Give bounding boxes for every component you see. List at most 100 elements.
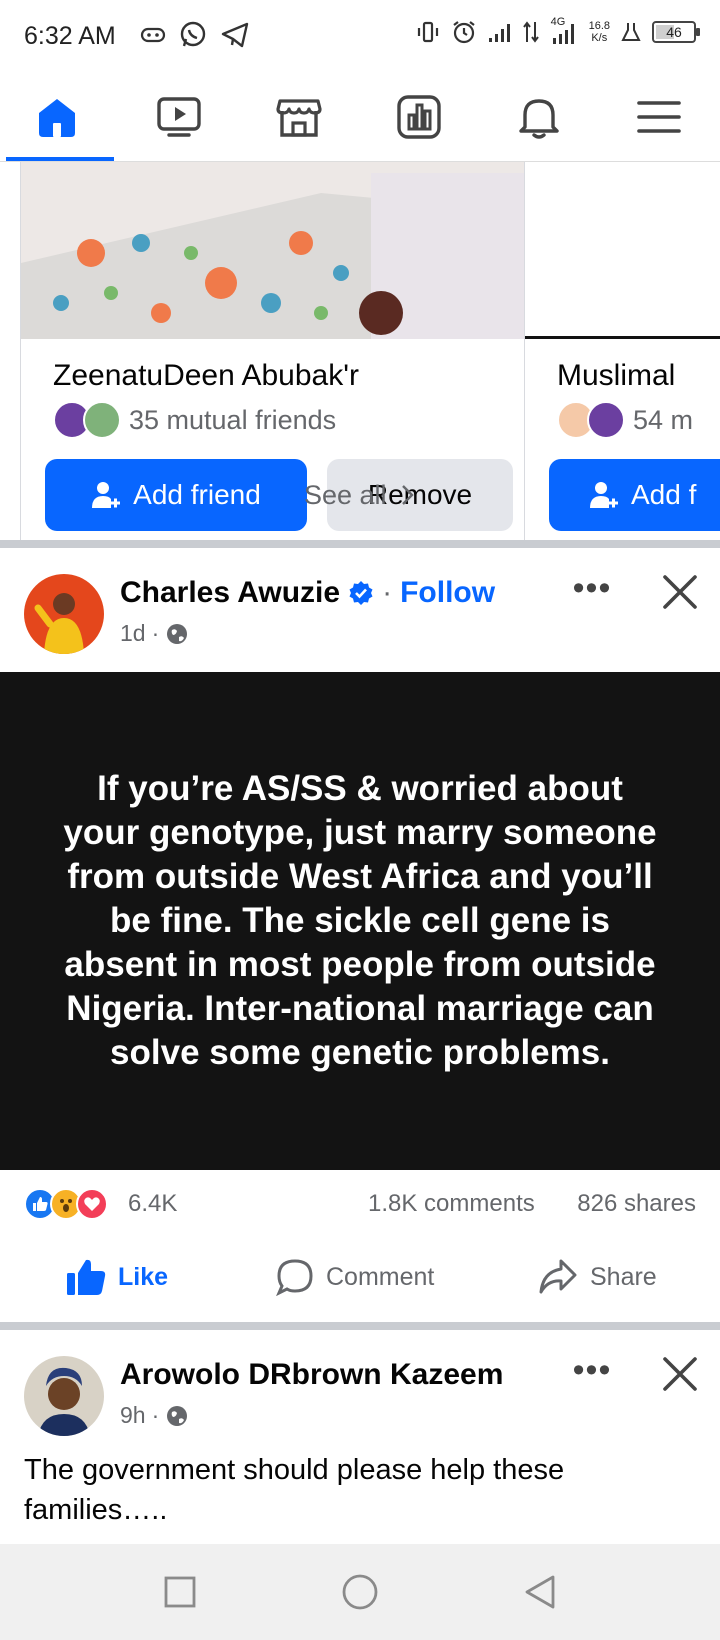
share-button[interactable]: Share	[538, 1252, 657, 1302]
post-author[interactable]: Arowolo DRbrown Kazeem	[120, 1358, 503, 1392]
avatar	[587, 401, 625, 439]
active-tab-indicator	[6, 157, 114, 161]
love-reaction-icon	[76, 1188, 108, 1220]
post-time[interactable]: 9h	[120, 1402, 146, 1429]
suggestion-photo[interactable]	[21, 162, 531, 339]
more-icon: •••	[572, 1350, 612, 1389]
status-bar: 6:32 AM 4G 16.8 K/s 46	[0, 0, 720, 72]
people-suggestions: ZeenatuDeen Abubak'r 35 mutual friends A…	[0, 162, 720, 540]
close-icon	[663, 575, 697, 609]
marketplace-icon	[276, 99, 322, 137]
suggestion-name[interactable]: ZeenatuDeen Abubak'r	[53, 359, 359, 393]
more-options-button[interactable]: •••	[568, 1350, 616, 1390]
home-icon	[39, 99, 75, 137]
tab-notifications[interactable]	[484, 72, 594, 162]
post-text[interactable]: The government should please help these …	[24, 1450, 696, 1530]
comment-button[interactable]: Comment	[276, 1252, 434, 1302]
speed-value: 16.8	[588, 20, 610, 32]
like-label: Like	[118, 1262, 169, 1291]
reactions-count[interactable]: 6.4K	[128, 1190, 177, 1218]
post-time[interactable]: 1d	[120, 620, 146, 647]
whatsapp-icon	[180, 21, 206, 47]
gamepad-icon	[140, 27, 166, 43]
shares-count[interactable]: 826 shares	[577, 1190, 696, 1218]
status-time: 6:32 AM	[24, 22, 116, 50]
avatar	[83, 401, 121, 439]
close-icon	[663, 1357, 697, 1391]
speed-unit: K/s	[591, 32, 608, 44]
lab-icon	[621, 23, 641, 41]
signal-4g-icon: 4G	[549, 16, 579, 46]
status-left-icons	[140, 20, 250, 50]
mutual-friends-count: 54 m	[633, 404, 694, 435]
feed-divider	[0, 1322, 720, 1330]
post-header: Charles Awuzie · Follow 1d · •••	[0, 548, 720, 672]
top-nav-bar	[0, 72, 720, 162]
more-icon: •••	[572, 568, 612, 607]
post-meta: 1d ·	[120, 620, 189, 647]
separator: ·	[151, 1402, 160, 1428]
recent-apps-button[interactable]	[158, 1570, 202, 1614]
tab-menu[interactable]	[604, 72, 714, 162]
data-arrows-icon	[522, 21, 539, 43]
feed-divider	[0, 540, 720, 548]
status-right-icons: 4G 16.8 K/s 46	[415, 16, 700, 46]
menu-icon	[637, 101, 681, 133]
separator: ·	[382, 576, 393, 609]
signal-icon	[488, 24, 510, 42]
separator: ·	[151, 620, 160, 646]
suggestion-name[interactable]: Muslimal	[557, 359, 675, 393]
mutual-friends-count: 35 mutual friends	[129, 404, 337, 435]
back-button[interactable]	[518, 1570, 562, 1614]
close-button[interactable]	[656, 1350, 704, 1398]
comment-icon	[276, 1259, 313, 1296]
circle-icon	[342, 1574, 378, 1610]
post-meta: 9h ·	[120, 1402, 189, 1429]
avatar[interactable]	[24, 1356, 104, 1436]
alarm-icon	[452, 21, 475, 44]
share-icon	[539, 1259, 577, 1294]
post-text-image[interactable]: If you’re AS/SS & worried about your gen…	[0, 672, 720, 1170]
square-icon	[164, 1576, 196, 1608]
globe-icon	[167, 1405, 188, 1426]
like-button[interactable]: Like	[66, 1252, 168, 1302]
globe-icon	[167, 623, 188, 644]
network-speed: 16.8 K/s	[589, 20, 610, 44]
system-nav-bar	[0, 1544, 720, 1640]
post-author[interactable]: Charles Awuzie	[120, 576, 340, 610]
suggestion-photo[interactable]	[525, 162, 720, 339]
mutual-friends: 54 m	[557, 401, 693, 439]
see-all-label: See all	[303, 480, 387, 510]
telegram-icon	[221, 22, 249, 48]
share-label: Share	[590, 1262, 657, 1291]
avatar[interactable]	[24, 574, 104, 654]
comments-count[interactable]: 1.8K comments	[368, 1190, 535, 1218]
post-author-line: Arowolo DRbrown Kazeem	[120, 1358, 503, 1392]
verified-badge-icon	[349, 581, 373, 605]
mutual-friends: 35 mutual friends	[53, 401, 336, 439]
bell-icon	[519, 99, 559, 139]
video-icon	[157, 97, 201, 137]
post-quote: If you’re AS/SS & worried about your gen…	[63, 769, 657, 1072]
feeds-icon	[397, 95, 441, 139]
thumbs-up-icon	[67, 1259, 106, 1295]
battery-icon: 46	[652, 21, 700, 43]
home-button[interactable]	[338, 1570, 382, 1614]
post-actions: Like Comment Share	[0, 1236, 720, 1322]
post-header: Arowolo DRbrown Kazeem 9h · •••	[0, 1330, 720, 1454]
comment-label: Comment	[326, 1262, 435, 1291]
chevron-right-icon	[402, 485, 414, 505]
reaction-icons[interactable]	[24, 1188, 108, 1220]
back-triangle-icon	[525, 1575, 555, 1609]
post-author-line: Charles Awuzie · Follow	[120, 576, 495, 610]
tab-video[interactable]	[124, 72, 234, 162]
battery-level: 46	[666, 24, 682, 40]
tab-home[interactable]	[2, 72, 112, 162]
follow-button[interactable]: Follow	[400, 576, 495, 610]
see-all-link[interactable]: See all	[0, 480, 720, 511]
close-button[interactable]	[656, 568, 704, 616]
vibrate-icon	[417, 21, 438, 43]
tab-feeds[interactable]	[364, 72, 474, 162]
more-options-button[interactable]: •••	[568, 568, 616, 608]
tab-marketplace[interactable]	[244, 72, 354, 162]
